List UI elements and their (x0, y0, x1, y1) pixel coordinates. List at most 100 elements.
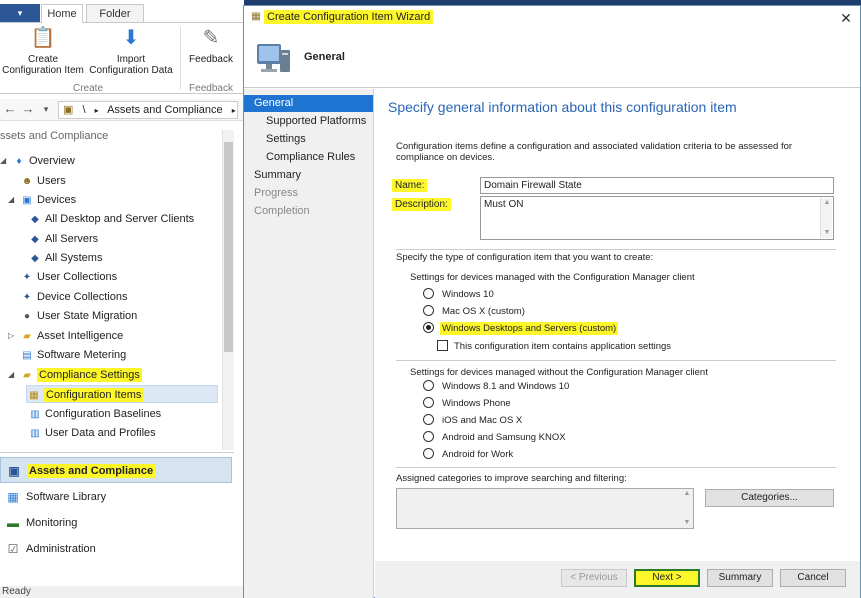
radio-button[interactable] (423, 288, 434, 299)
radio-button[interactable] (423, 397, 434, 408)
collapse-arrow-icon[interactable]: ◢ (8, 366, 14, 384)
create-ci-label: Create Configuration Item (2, 54, 84, 76)
categories-scrollbar[interactable]: ▲ ▼ (681, 489, 693, 528)
step-compliance-rules[interactable]: Compliance Rules (244, 149, 373, 166)
tree-item-user-state-migration[interactable]: ● User State Migration (20, 307, 137, 325)
categories-list[interactable]: ▲ ▼ (396, 488, 694, 529)
radio-button[interactable] (423, 414, 434, 425)
navigation-bar: ← → ▾ ▣ \ ▸ Assets and Compliance ▸ (0, 99, 244, 121)
radio-button[interactable] (423, 305, 434, 316)
radio-label: Windows 8.1 and Windows 10 (442, 381, 570, 392)
create-configuration-item-wizard: ▦ Create Configuration Item Wizard ✕ Gen… (243, 5, 861, 598)
tree-item-configuration-items[interactable]: ▦ Configuration Items (26, 385, 218, 403)
nav-dropdown-icon[interactable]: ▾ (38, 101, 54, 117)
scroll-up-icon[interactable]: ▲ (821, 198, 833, 208)
radio-windows-phone[interactable]: Windows Phone (423, 396, 513, 412)
radio-android-for-work[interactable]: Android for Work (423, 447, 515, 463)
cancel-button[interactable]: Cancel (780, 569, 846, 587)
radio-button[interactable] (423, 448, 434, 459)
tree-scrollbar[interactable] (222, 130, 234, 450)
description-scrollbar[interactable]: ▲ ▼ (820, 198, 832, 238)
workspace-monitoring[interactable]: ▬ Monitoring (0, 510, 232, 536)
close-icon[interactable]: ✕ (838, 10, 854, 26)
summary-button[interactable]: Summary (707, 569, 773, 587)
back-arrow-icon[interactable]: ← (2, 101, 18, 117)
collapse-arrow-icon[interactable]: ◢ (0, 152, 6, 170)
tree-item-device-collections[interactable]: ✦ Device Collections (20, 288, 128, 306)
radio-android-and-samsung-knox[interactable]: Android and Samsung KNOX (423, 430, 568, 446)
scroll-down-icon[interactable]: ▼ (681, 518, 693, 528)
expand-arrow-icon[interactable]: ▷ (8, 327, 14, 345)
wizard-title-bar[interactable]: ▦ Create Configuration Item Wizard ✕ (244, 6, 860, 30)
divider (396, 360, 836, 361)
categories-button[interactable]: Categories... (705, 489, 834, 507)
breadcrumb-assets-and-compliance[interactable]: Assets and Compliance (107, 104, 223, 116)
tree-item-software-metering[interactable]: ▤ Software Metering (20, 346, 126, 364)
tree-item-all-systems[interactable]: ◆ All Systems (28, 249, 102, 267)
radio-mac-os-x[interactable]: Mac OS X (custom) (423, 304, 527, 320)
workspace-header: ssets and Compliance (0, 130, 109, 142)
tree-item-user-collections[interactable]: ✦ User Collections (20, 268, 117, 286)
radio-windows-desktops-and-servers[interactable]: Windows Desktops and Servers (custom) (423, 321, 619, 337)
create-configuration-item-button[interactable]: 📋 Create Configuration Item (2, 25, 84, 76)
workspace-administration[interactable]: ☑ Administration (0, 536, 232, 562)
breadcrumb-more[interactable]: ▸ (232, 106, 236, 115)
name-input[interactable]: Domain Firewall State (480, 177, 834, 194)
tree-item-overview[interactable]: ◢ ♦ Overview (0, 152, 75, 170)
previous-button[interactable]: < Previous (561, 569, 627, 587)
import-configuration-data-button[interactable]: ⬇ Import Configuration Data (88, 25, 174, 76)
tree-item-all-servers[interactable]: ◆ All Servers (28, 230, 98, 248)
scroll-down-icon[interactable]: ▼ (821, 228, 833, 238)
radio-label: Android for Work (442, 449, 514, 460)
divider (396, 249, 836, 250)
collapse-arrow-icon[interactable]: ◢ (8, 191, 14, 209)
tree-item-devices[interactable]: ◢ ▣ Devices (8, 191, 76, 209)
tree-item-configuration-baselines[interactable]: ▥ Configuration Baselines (28, 405, 161, 423)
feedback-button[interactable]: ✎ Feedback (186, 25, 236, 65)
breadcrumb[interactable]: ▣ \ ▸ Assets and Compliance ▸ (58, 101, 238, 119)
assets-workspace-icon: ▣ (8, 464, 20, 478)
radio-label: Windows 10 (442, 289, 494, 300)
radio-label: Android and Samsung KNOX (442, 432, 566, 443)
step-settings[interactable]: Settings (244, 131, 373, 148)
forward-arrow-icon[interactable]: → (20, 101, 36, 117)
step-supported-platforms[interactable]: Supported Platforms (244, 113, 373, 130)
radio-windows-81-and-10[interactable]: Windows 8.1 and Windows 10 (423, 379, 571, 395)
radio-label: Windows Desktops and Servers (custom) (440, 322, 619, 335)
tree-item-all-desktop-and-server-clients[interactable]: ◆ All Desktop and Server Clients (28, 210, 194, 228)
tree-item-compliance-settings[interactable]: ◢ ▰ Compliance Settings (8, 366, 142, 384)
ribbon-group-feedback: Feedback (189, 83, 233, 94)
ribbon-group-create: Create (72, 83, 103, 94)
checkbox-label: This configuration item contains applica… (454, 341, 672, 352)
tree-item-user-data-and-profiles[interactable]: ▥ User Data and Profiles (28, 424, 155, 442)
unmanaged-group-label: Settings for devices managed without the… (410, 367, 708, 378)
tree-item-asset-intelligence[interactable]: ▷ ▰ Asset Intelligence (8, 327, 123, 345)
radio-button-selected[interactable] (423, 322, 434, 333)
next-button[interactable]: Next > (634, 569, 700, 587)
workspace-software-library[interactable]: ▦ Software Library (0, 484, 232, 510)
step-summary[interactable]: Summary (244, 167, 373, 184)
radio-label: iOS and Mac OS X (442, 415, 523, 426)
folder-icon: ▰ (23, 331, 31, 342)
radio-windows-10[interactable]: Windows 10 (423, 287, 496, 303)
checkbox-application-settings[interactable]: This configuration item contains applica… (437, 339, 671, 355)
description-textarea[interactable]: Must ON ▲ ▼ (480, 196, 834, 240)
page-heading: Specify general information about this c… (388, 99, 737, 115)
tab-home[interactable]: Home (41, 4, 83, 23)
ribbon-separator (180, 27, 181, 89)
step-general[interactable]: General (244, 95, 373, 112)
workspace-label: Monitoring (26, 517, 78, 529)
radio-ios-and-mac-os-x[interactable]: iOS and Mac OS X (423, 413, 524, 429)
radio-button[interactable] (423, 380, 434, 391)
tree-scrollbar-thumb[interactable] (224, 142, 233, 352)
scroll-up-icon[interactable]: ▲ (681, 489, 693, 499)
workspace-assets-and-compliance[interactable]: ▣ Assets and Compliance (0, 457, 232, 483)
devices-icon: ▣ (22, 195, 32, 206)
status-bar: Ready (0, 586, 244, 598)
app-menu-button[interactable]: ▾ (0, 4, 40, 22)
tab-folder[interactable]: Folder (86, 4, 144, 23)
radio-button[interactable] (423, 431, 434, 442)
tree-item-users[interactable]: ☻ Users (20, 172, 66, 190)
checkbox[interactable] (437, 340, 448, 351)
collection-icon: ◆ (31, 234, 39, 245)
